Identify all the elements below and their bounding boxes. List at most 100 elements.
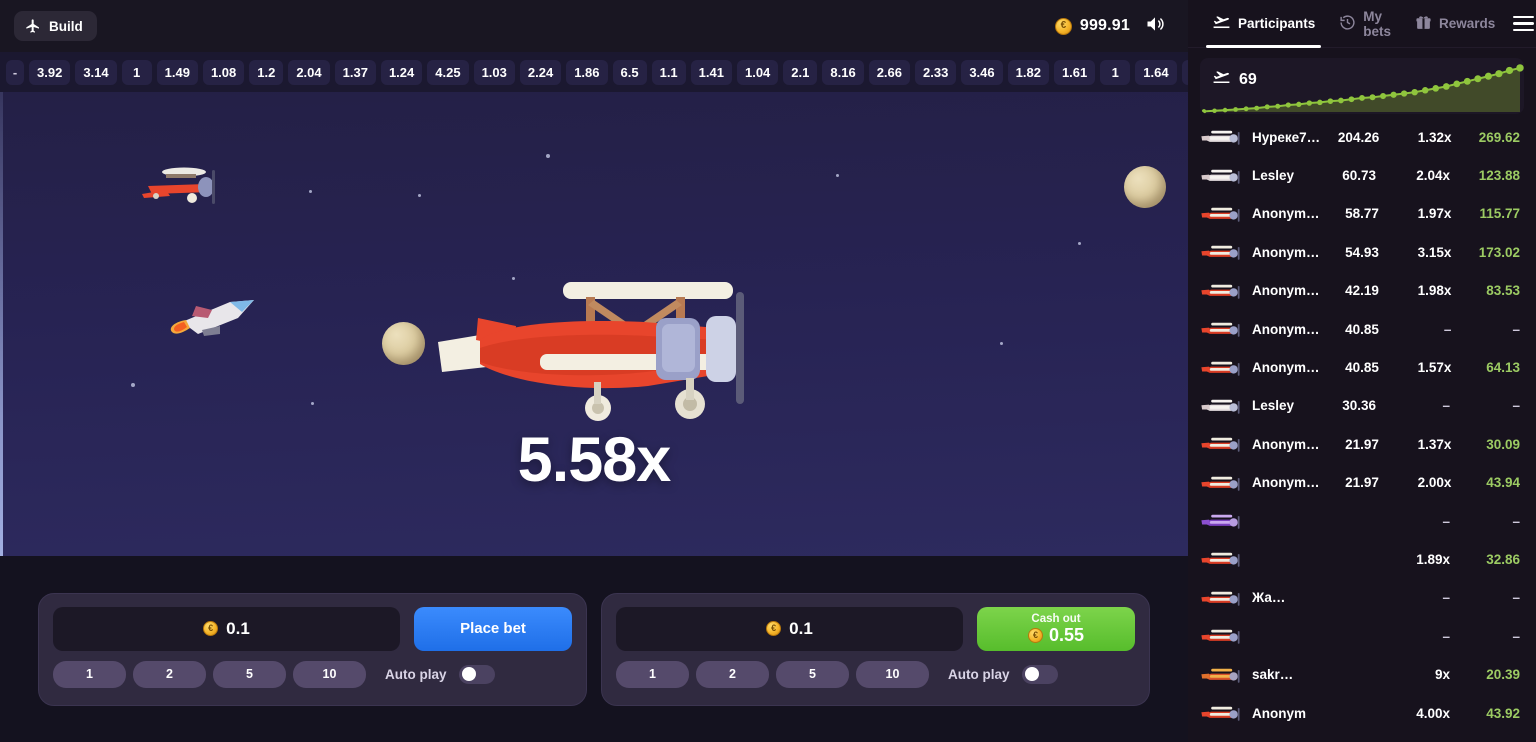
- multiplier-history-bar[interactable]: -3.92 3.14 1 1.49 1.08 1.2 2.04 1.37 1.24 4.25 1.0…: [0, 52, 1188, 92]
- participant-row[interactable]: Anonym… 58.77 1.97x 115.77: [1188, 195, 1536, 233]
- participant-row[interactable]: Anonym… 40.85 1.57x 64.13: [1188, 348, 1536, 386]
- history-chip[interactable]: 1.37: [334, 59, 376, 85]
- tab-participants[interactable]: Participants: [1200, 0, 1327, 48]
- hamburger-menu-icon[interactable]: [1507, 10, 1536, 38]
- star: [1000, 342, 1003, 345]
- participant-plane: [1200, 127, 1252, 147]
- participant-plane: [1200, 396, 1252, 416]
- quick-amount-button[interactable]: 1: [616, 660, 689, 688]
- participant-name: Anonym: [1252, 705, 1306, 721]
- participant-multiplier: 4.00x: [1416, 705, 1450, 721]
- participant-plane-icon: [1201, 476, 1240, 491]
- participant-plane: [1200, 473, 1252, 493]
- participant-multiplier: –: [1442, 628, 1450, 644]
- history-chip[interactable]: 1.82: [1007, 59, 1049, 85]
- participant-multiplier: 1.57x: [1417, 360, 1452, 376]
- history-chip[interactable]: 1.1: [651, 59, 686, 85]
- history-chip[interactable]: 3.92: [29, 59, 71, 85]
- history-chip[interactable]: 1.24: [380, 59, 423, 85]
- history-chip[interactable]: 2.1: [783, 59, 818, 85]
- participant-row[interactable]: Anonym… 21.97 2.00x 43.94: [1188, 464, 1536, 502]
- history-chip[interactable]: 1.86: [566, 59, 608, 85]
- bet-amount-input[interactable]: €0.1: [53, 606, 400, 651]
- history-chip[interactable]: 3.46: [961, 59, 1003, 85]
- participant-name: Anonym…: [1252, 283, 1319, 299]
- quick-amount-button[interactable]: 1: [53, 660, 126, 688]
- participant-row[interactable]: sakr… 9x 20.39: [1188, 655, 1536, 693]
- autoplay-toggle[interactable]: [458, 664, 495, 684]
- history-chip[interactable]: 1.49: [156, 59, 198, 85]
- participant-winnings: 123.88: [1478, 168, 1520, 184]
- history-chip[interactable]: 3.14: [75, 59, 117, 85]
- balance-display: € 999.91: [1054, 17, 1130, 35]
- bet-panel-1: €0.1 Place bet 1 2 5 10 Auto play: [38, 592, 587, 706]
- star: [546, 154, 550, 158]
- participant-row[interactable]: – –: [1188, 617, 1536, 655]
- history-chip[interactable]: 1.03: [473, 59, 515, 85]
- history-chip[interactable]: 2.24: [519, 59, 562, 85]
- cash-out-value: 0.55: [1048, 624, 1085, 645]
- autoplay-toggle[interactable]: [1021, 664, 1058, 684]
- bet-amount-input[interactable]: €0.1: [616, 606, 963, 651]
- participant-row[interactable]: Lesley 30.36 – –: [1188, 387, 1536, 425]
- quick-amount-button[interactable]: 2: [696, 660, 769, 688]
- participant-row[interactable]: Anonym… 21.97 1.37x 30.09: [1188, 425, 1536, 463]
- participant-row[interactable]: – –: [1188, 502, 1536, 540]
- participant-name: Anonym…: [1252, 436, 1319, 452]
- tab-my-bets[interactable]: My bets: [1327, 0, 1403, 48]
- history-chip[interactable]: 1: [121, 59, 152, 85]
- speaker-on-icon[interactable]: [1144, 14, 1166, 39]
- history-chip[interactable]: 4.25: [427, 59, 469, 85]
- build-button[interactable]: Build: [14, 11, 97, 41]
- history-chip[interactable]: 2.33: [915, 59, 957, 85]
- participant-plane: [1200, 588, 1252, 608]
- history-chip[interactable]: 1.04: [736, 59, 779, 85]
- star: [1078, 242, 1081, 245]
- place-bet-button[interactable]: Place bet: [414, 606, 572, 651]
- participant-plane-icon: [1201, 399, 1240, 414]
- participant-winnings: 43.94: [1486, 475, 1520, 491]
- history-chip[interactable]: 1.64: [1135, 59, 1177, 85]
- participant-row[interactable]: Жа… – –: [1188, 579, 1536, 617]
- history-chip[interactable]: 1.61: [1053, 59, 1096, 85]
- history-chip[interactable]: -: [6, 59, 24, 85]
- participant-row[interactable]: 1.89x 32.86: [1188, 540, 1536, 578]
- participant-winnings: 20.39: [1486, 667, 1520, 683]
- cash-out-button[interactable]: Cash out €0.55: [977, 606, 1135, 651]
- coin-icon: €: [203, 621, 219, 636]
- history-chip[interactable]: 2.66: [868, 59, 910, 85]
- quick-amount-row: 1 2 5 10 Auto play: [616, 660, 1135, 688]
- participant-bet: 40.85: [1345, 360, 1379, 376]
- history-chip[interactable]: 2.04: [288, 59, 330, 85]
- history-chip[interactable]: 1.2: [249, 59, 284, 85]
- quick-amount-button[interactable]: 10: [856, 660, 929, 688]
- participant-row[interactable]: Anonym… 42.19 1.98x 83.53: [1188, 272, 1536, 310]
- participant-multiplier: 2.04x: [1416, 168, 1450, 184]
- participant-plane-icon: [1201, 207, 1240, 222]
- quick-amount-button[interactable]: 5: [213, 660, 286, 688]
- participant-multiplier: 1.89x: [1416, 551, 1450, 567]
- quick-amount-row: 1 2 5 10 Auto play: [53, 660, 572, 688]
- bet-panels-bar: €0.1 Place bet 1 2 5 10 Auto play €0.1 Cash out €…: [0, 556, 1188, 742]
- participant-row[interactable]: Anonym 4.00x 43.92: [1188, 694, 1536, 732]
- participant-plane: [1200, 549, 1252, 569]
- participant-plane: [1200, 703, 1252, 723]
- participant-multiplier: –: [1443, 321, 1452, 337]
- airplane-icon: [25, 18, 41, 34]
- bet-amount-value: 0.1: [226, 618, 250, 638]
- participant-row[interactable]: Anonym… 40.85 – –: [1188, 310, 1536, 348]
- history-chip[interactable]: 1.41: [690, 59, 732, 85]
- quick-amount-button[interactable]: 10: [293, 660, 366, 688]
- quick-amount-button[interactable]: 2: [133, 660, 206, 688]
- participant-row[interactable]: Anonym… 54.93 3.15x 173.02: [1188, 233, 1536, 271]
- history-chip[interactable]: 6.5: [612, 59, 647, 85]
- history-chip[interactable]: 1.08: [202, 59, 245, 85]
- participant-row[interactable]: Lesley 60.73 2.04x 123.88: [1188, 156, 1536, 194]
- history-chip[interactable]: 1: [1100, 59, 1131, 85]
- quick-amount-button[interactable]: 5: [776, 660, 849, 688]
- history-chip[interactable]: 8.16: [822, 59, 864, 85]
- coin-icon: €: [1027, 627, 1043, 643]
- participant-multiplier: –: [1442, 513, 1450, 529]
- tab-rewards[interactable]: Rewards: [1403, 0, 1507, 48]
- participant-row[interactable]: Нуреке7… 204.26 1.32x 269.62: [1188, 118, 1536, 156]
